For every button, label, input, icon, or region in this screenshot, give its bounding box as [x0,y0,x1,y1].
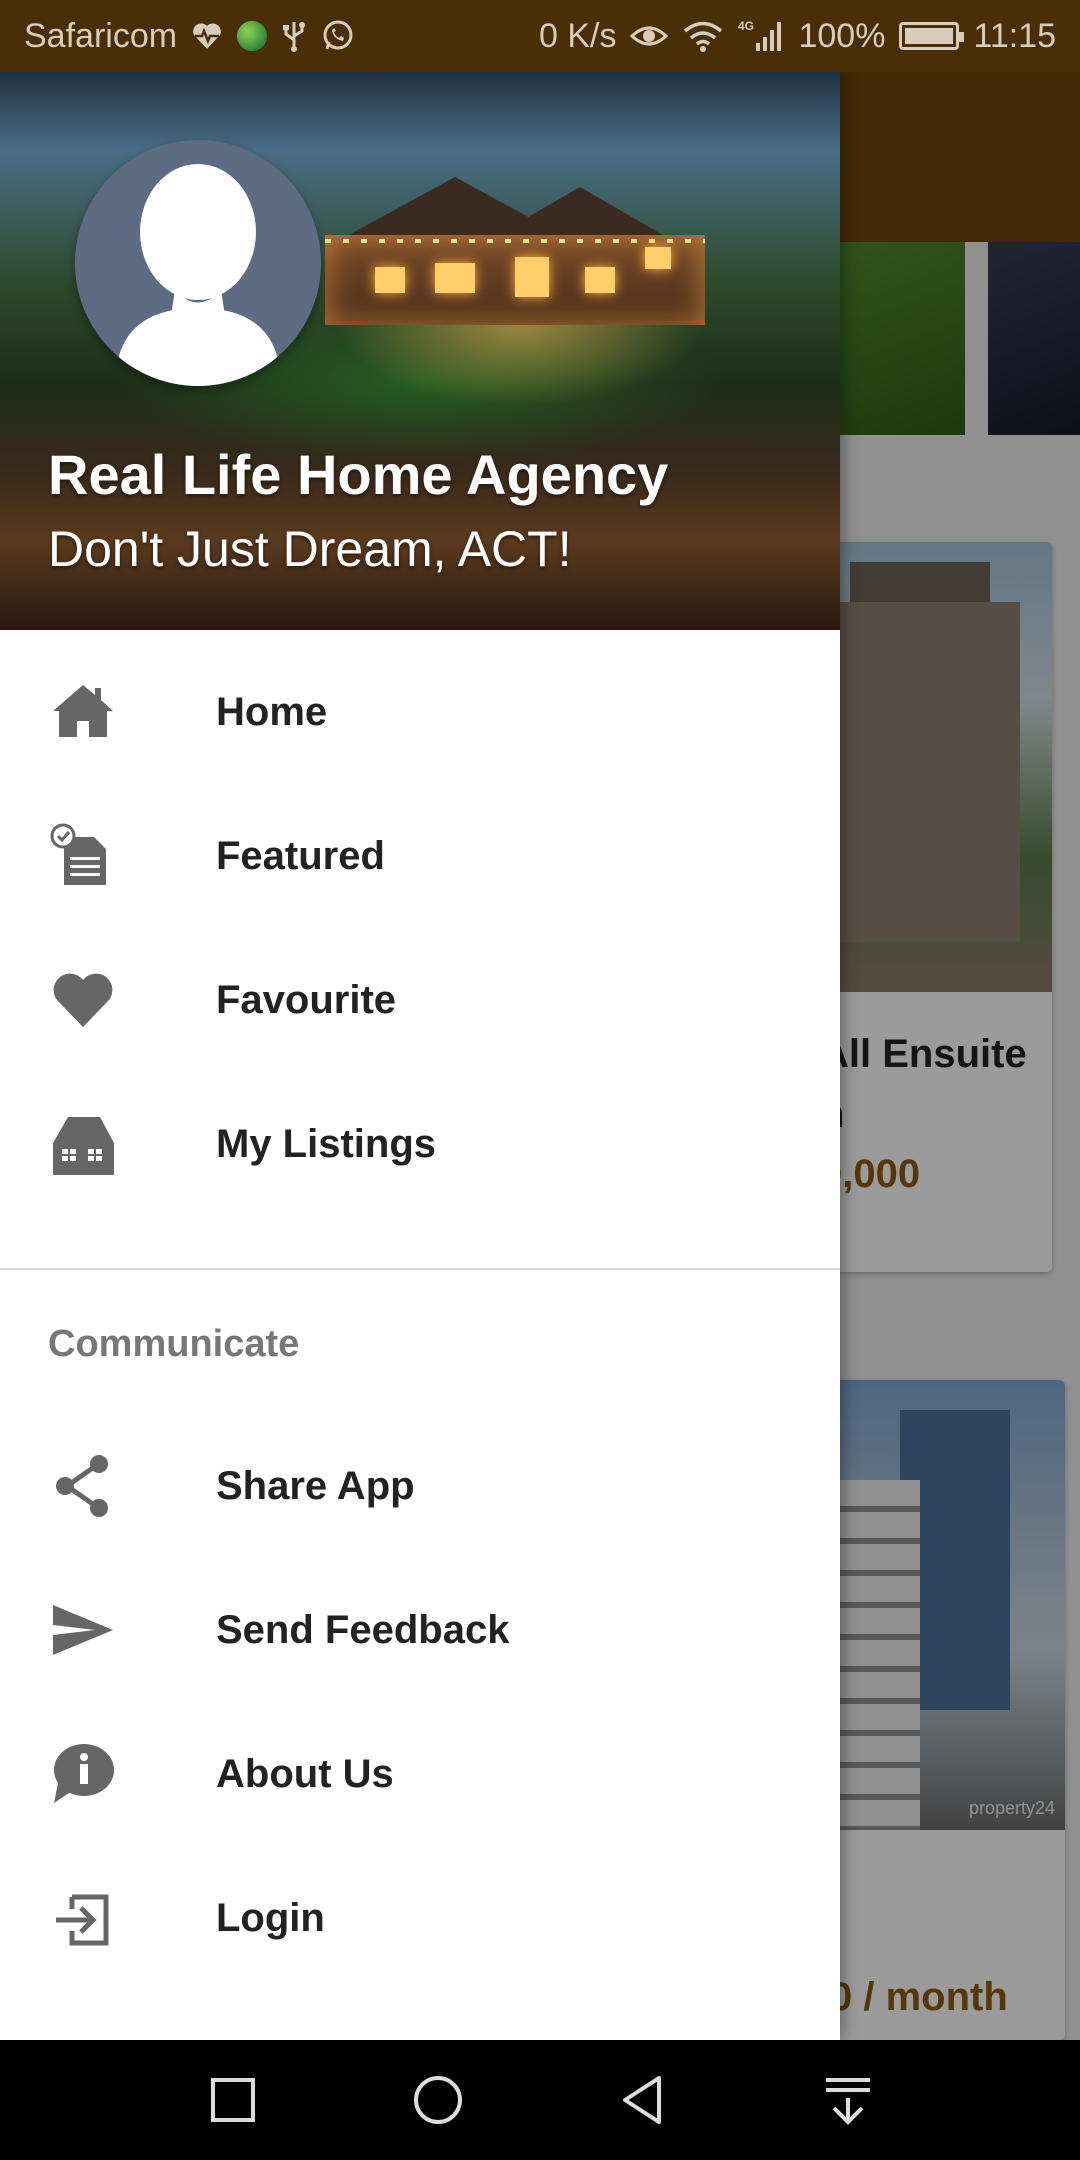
menu-label: Featured [216,833,385,878]
agency-name: Real Life Home Agency [48,443,669,506]
circle-icon [413,2076,462,2124]
status-right: 0 K/s 4G 100% 11:15 [539,17,1056,56]
menu-item-my-listings[interactable]: My Listings [0,1072,840,1216]
usb-icon [281,20,307,52]
recents-button[interactable] [203,2070,263,2130]
square-icon [210,2078,255,2122]
status-bar: Safaricom 0 K/s 4G 100% 11:15 [0,0,1080,72]
carrier-name: Safaricom [24,16,178,55]
user-avatar[interactable] [75,140,321,386]
clock: 11:15 [973,16,1056,55]
net-speed: 0 K/s [538,16,617,55]
agency-tagline: Don't Just Dream, ACT! [48,521,572,577]
wifi-icon [682,20,724,52]
menu-label: Favourite [216,977,397,1022]
triangle-back-icon [622,2076,661,2124]
battery-icon [899,22,965,50]
info-icon [50,1741,116,1807]
signal-icon: 4G [738,19,784,53]
menu-item-share-app[interactable]: Share App [0,1414,840,1558]
menu-item-featured[interactable]: Featured [0,784,840,928]
menu-item-send-feedback[interactable]: Send Feedback [0,1558,840,1702]
primary-menu: Home Featured Favourite My Listings [0,630,840,1216]
login-icon [50,1885,116,1951]
back-button[interactable] [613,2070,673,2130]
battery-fill [905,28,954,44]
heart-pulse-icon [191,21,223,51]
globe-icon [237,21,268,51]
section-title-communicate: Communicate [48,1322,300,1365]
send-icon [50,1597,116,1663]
whatsapp-icon [321,19,355,53]
menu-label: Send Feedback [216,1607,510,1652]
menu-item-login[interactable]: Login [0,1846,840,1990]
menu-label: About Us [216,1751,394,1796]
menu-label: Share App [216,1463,415,1508]
menu-label: Login [216,1895,325,1940]
user-silhouette-icon [115,164,281,386]
eye-icon [630,22,669,50]
navigation-drawer: Real Life Home Agency Don't Just Dream, … [0,72,840,2040]
status-left: Safaricom [24,17,355,56]
home-button[interactable] [408,2070,468,2130]
battery-percent: 100% [798,16,886,55]
menu-item-about-us[interactable]: About Us [0,1702,840,1846]
drawer-header: Real Life Home Agency Don't Just Dream, … [0,72,840,630]
menu-label: My Listings [216,1121,437,1166]
network-type: 4G [738,19,754,33]
menu-item-home[interactable]: Home [0,640,840,784]
featured-icon [50,823,116,889]
home-icon [50,679,116,745]
heart-icon [50,967,116,1033]
system-navigation-bar [0,2040,1080,2160]
communicate-menu: Share App Send Feedback About Us Login [0,1414,840,1990]
menu-label: Home [216,689,328,734]
pull-down-icon [825,2078,870,2125]
notification-pull-button[interactable] [818,2070,878,2130]
share-icon [50,1453,116,1519]
header-background-house [315,177,725,327]
building-icon [50,1111,116,1177]
menu-item-favourite[interactable]: Favourite [0,928,840,1072]
